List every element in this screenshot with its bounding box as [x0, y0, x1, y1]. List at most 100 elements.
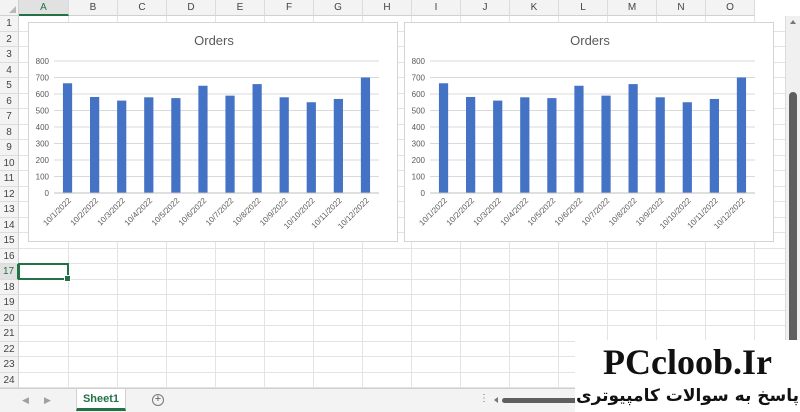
y-tick-label: 800 — [412, 57, 426, 66]
y-tick-label: 0 — [45, 189, 50, 198]
row-header-18[interactable]: 18 — [0, 279, 19, 295]
row-header-8[interactable]: 8 — [0, 124, 19, 140]
row-gridline — [19, 294, 785, 295]
row-header-23[interactable]: 23 — [0, 357, 19, 373]
orders-chart-right[interactable]: Orders 0 100 200 300 400 500 600 700 800 10/1/2022… — [404, 22, 774, 242]
bar — [493, 100, 503, 193]
x-tick-label: 10/1/2022 — [41, 196, 73, 228]
bar — [225, 95, 235, 193]
x-tick-label: 10/2/2022 — [69, 196, 101, 228]
y-tick-label: 300 — [412, 140, 426, 149]
bar — [144, 97, 154, 193]
column-header-h[interactable]: H — [363, 0, 412, 16]
row-gridline — [19, 247, 785, 249]
scroll-left-arrow-icon[interactable] — [494, 397, 498, 403]
chart-svg-right: Orders 0 100 200 300 400 500 600 700 800 10/1/2022… — [412, 33, 755, 231]
x-tick-label: 10/3/2022 — [472, 196, 504, 228]
prev-sheet-icon[interactable]: ◀ — [22, 395, 29, 406]
column-header-e[interactable]: E — [216, 0, 265, 16]
column-header-o[interactable]: O — [706, 0, 755, 16]
scroll-up-arrow-icon[interactable] — [790, 20, 796, 24]
column-header-m[interactable]: M — [608, 0, 657, 16]
column-header-j[interactable]: J — [461, 0, 510, 16]
row-gridline — [19, 263, 785, 264]
bar — [198, 85, 208, 193]
more-options-icon[interactable]: ⋮ — [479, 393, 489, 404]
column-header-n[interactable]: N — [657, 0, 706, 16]
bar — [306, 102, 316, 193]
column-header-i[interactable]: I — [412, 0, 461, 16]
watermark-title: PCcloob.Ir — [603, 342, 772, 382]
row-header-3[interactable]: 3 — [0, 47, 19, 63]
row-header-22[interactable]: 22 — [0, 341, 19, 357]
row-header-2[interactable]: 2 — [0, 31, 19, 47]
row-header-19[interactable]: 19 — [0, 295, 19, 311]
y-tick-label: 300 — [36, 140, 50, 149]
bar — [736, 77, 747, 193]
active-cell[interactable] — [18, 263, 71, 281]
bar — [466, 96, 476, 193]
bar — [655, 97, 665, 193]
column-header-d[interactable]: D — [167, 0, 216, 16]
y-tick-label: 400 — [36, 123, 50, 132]
bar — [601, 95, 611, 193]
row-header-15[interactable]: 15 — [0, 233, 19, 249]
column-header-g[interactable]: G — [314, 0, 363, 16]
row-gridline — [19, 309, 785, 311]
row-header-20[interactable]: 20 — [0, 310, 19, 326]
row-header-1[interactable]: 1 — [0, 16, 19, 32]
row-header-14[interactable]: 14 — [0, 217, 19, 233]
chart-svg-left: Orders 0 100 200 300 400 500 600 700 800 10/1/2022… — [36, 33, 379, 231]
column-header-a[interactable]: A — [19, 0, 69, 16]
sheet-tab-sheet1[interactable]: Sheet1 — [76, 389, 126, 411]
row-header-11[interactable]: 11 — [0, 171, 19, 187]
x-tick-label: 10/4/2022 — [499, 196, 531, 228]
select-all-corner[interactable] — [0, 0, 19, 16]
row-gridline — [19, 278, 785, 280]
row-header-12[interactable]: 12 — [0, 186, 19, 202]
y-tick-label: 200 — [412, 156, 426, 165]
y-tick-label: 100 — [36, 173, 50, 182]
bar — [360, 77, 371, 193]
x-tick-label: 10/4/2022 — [123, 196, 155, 228]
row-header-4[interactable]: 4 — [0, 62, 19, 78]
vertical-scroll-thumb[interactable] — [789, 92, 797, 382]
row-header-17[interactable]: 17 — [0, 264, 19, 280]
vertical-scrollbar[interactable] — [785, 16, 800, 388]
column-header-b[interactable]: B — [69, 0, 118, 16]
column-header-c[interactable]: C — [118, 0, 167, 16]
y-tick-label: 100 — [412, 173, 426, 182]
y-tick-label: 0 — [421, 189, 426, 198]
row-header-16[interactable]: 16 — [0, 248, 19, 264]
bar — [574, 85, 584, 193]
add-sheet-icon[interactable]: + — [152, 394, 164, 406]
column-header-l[interactable]: L — [559, 0, 608, 16]
y-tick-label: 200 — [36, 156, 50, 165]
row-header-6[interactable]: 6 — [0, 93, 19, 109]
bar — [333, 98, 343, 193]
bar — [252, 84, 262, 193]
x-tick-label: 10/3/2022 — [96, 196, 128, 228]
row-header-21[interactable]: 21 — [0, 326, 19, 342]
column-header-f[interactable]: F — [265, 0, 314, 16]
bar — [547, 98, 557, 193]
bar — [62, 83, 73, 193]
x-tick-label: 10/5/2022 — [526, 196, 558, 228]
x-tick-label: 10/2/2022 — [445, 196, 477, 228]
row-header-9[interactable]: 9 — [0, 140, 19, 156]
row-header-5[interactable]: 5 — [0, 78, 19, 94]
x-tick-label: 10/7/2022 — [580, 196, 612, 228]
row-header-13[interactable]: 13 — [0, 202, 19, 218]
y-tick-label: 400 — [412, 123, 426, 132]
y-tick-label: 700 — [412, 74, 426, 83]
y-tick-label: 500 — [36, 107, 50, 116]
bar — [628, 84, 638, 193]
bar — [520, 97, 530, 193]
next-sheet-icon[interactable]: ▶ — [44, 395, 51, 406]
column-header-k[interactable]: K — [510, 0, 559, 16]
row-header-7[interactable]: 7 — [0, 109, 19, 125]
orders-chart-left[interactable]: Orders 0 100 200 300 400 500 600 700 800 10/1/2022… — [28, 22, 398, 242]
row-header-24[interactable]: 24 — [0, 372, 19, 388]
row-header-10[interactable]: 10 — [0, 155, 19, 171]
chart-title: Orders — [194, 33, 234, 48]
